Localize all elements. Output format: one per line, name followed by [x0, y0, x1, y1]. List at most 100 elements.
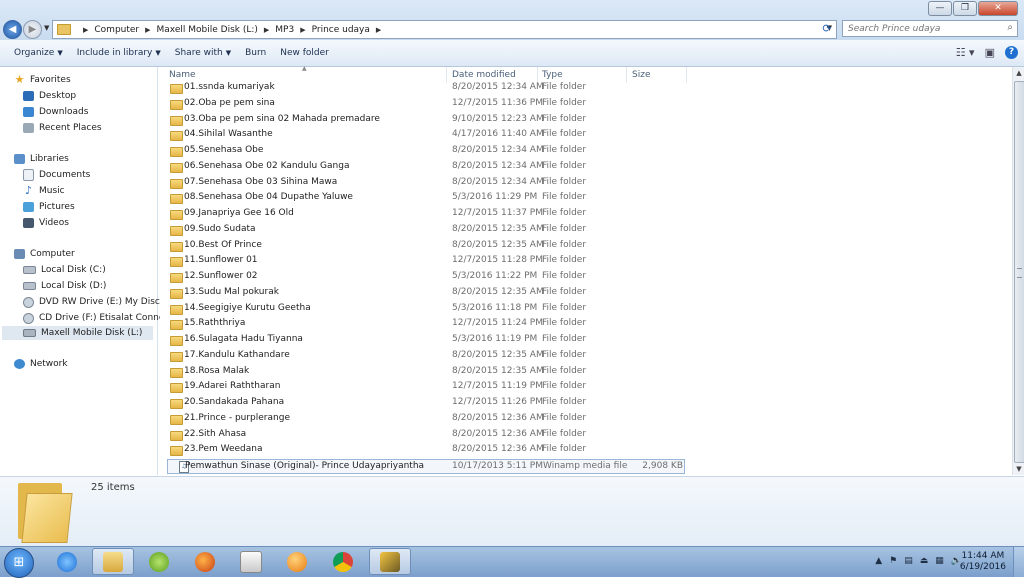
nav-downloads[interactable]: Downloads — [23, 105, 88, 119]
burn-button[interactable]: Burn — [238, 48, 273, 58]
nav-documents[interactable]: Documents — [23, 168, 90, 182]
device-icon[interactable]: ▤ — [904, 556, 913, 566]
nav-favorites[interactable]: ★ Favorites — [14, 73, 71, 87]
file-type: File folder — [542, 160, 587, 171]
folder-row[interactable]: 20.Sandakada Pahana 12/7/2015 11:26 PM Fil… — [160, 396, 690, 411]
folder-row[interactable]: 21.Prince - purplerange 8/20/2015 12:36 A… — [160, 412, 690, 427]
nav-desktop[interactable]: Desktop — [23, 89, 76, 103]
start-button[interactable]: ⊞ — [4, 548, 34, 578]
folder-row[interactable]: 18.Rosa Malak 8/20/2015 12:35 AM File fold… — [160, 365, 690, 380]
folder-row[interactable]: 19.Adarei Raththaran 12/7/2015 11:19 PM Fi… — [160, 380, 690, 395]
taskbar-chrome[interactable] — [322, 548, 364, 575]
search-input[interactable] — [843, 21, 1003, 36]
scroll-down-icon[interactable]: ▼ — [1013, 463, 1024, 475]
file-row[interactable]: ♫ Pemwathun Sinase (Original)- Prince Uda… — [167, 459, 685, 474]
folder-row[interactable]: 07.Senehasa Obe 03 Sihina Mawa 8/20/2015 … — [160, 176, 690, 191]
folder-row[interactable]: 17.Kandulu Kathandare 8/20/2015 12:35 AM F… — [160, 349, 690, 364]
forward-button[interactable]: ▶ — [23, 20, 42, 39]
folder-row[interactable]: 09.Janapriya Gee 16 Old 12/7/2015 11:37 P… — [160, 207, 690, 222]
folder-row[interactable]: 15.Raththriya 12/7/2015 11:24 PM File fold… — [160, 317, 690, 332]
sort-arrow-icon: ▲ — [302, 65, 307, 72]
folder-row[interactable]: 13.Sudu Mal pokurak 8/20/2015 12:35 AM Fil… — [160, 286, 690, 301]
folder-row[interactable]: 06.Senehasa Obe 02 Kandulu Ganga 8/20/201… — [160, 160, 690, 175]
nav-recent-places[interactable]: Recent Places — [23, 121, 102, 135]
preview-pane-icon[interactable]: ▣ — [985, 46, 995, 59]
column-size[interactable]: Size — [632, 70, 650, 80]
clock[interactable]: 11:44 AM 6/19/2016 — [960, 551, 1006, 573]
nav-maxell-disk[interactable]: Maxell Mobile Disk (L:) — [2, 326, 153, 340]
navigation-pane: ★ Favorites Desktop Downloads Recent Plac… — [0, 67, 173, 475]
taskbar-internet-explorer[interactable] — [46, 548, 88, 575]
taskbar-windows-explorer[interactable] — [92, 548, 134, 575]
taskbar-winamp[interactable] — [369, 548, 411, 575]
column-type[interactable]: Type — [542, 70, 563, 80]
chevron-right-icon[interactable]: ▶ — [376, 26, 381, 34]
file-date-modified: 12/7/2015 11:19 PM — [452, 381, 543, 392]
breadcrumb-maxell[interactable]: Maxell Mobile Disk (L:) — [157, 25, 258, 35]
folder-row[interactable]: 12.Sunflower 02 5/3/2016 11:22 PM File fol… — [160, 270, 690, 285]
nav-computer[interactable]: Computer — [14, 247, 75, 261]
folder-row[interactable]: 09.Sudo Sudata 8/20/2015 12:35 AM File fol… — [160, 223, 690, 238]
search-box[interactable]: ⌕ — [842, 20, 1018, 37]
change-view-icon[interactable]: ☷ ▾ — [956, 46, 975, 59]
chevron-right-icon[interactable]: ▶ — [300, 26, 305, 34]
folder-row[interactable]: 22.Sith Ahasa 8/20/2015 12:36 AM File fold… — [160, 428, 690, 443]
nav-local-disk-c[interactable]: Local Disk (C:) — [23, 263, 106, 277]
folder-row[interactable]: 08.Senehasa Obe 04 Dupathe Yaluwe 5/3/201… — [160, 191, 690, 206]
recent-pages-dropdown[interactable]: ▼ — [44, 24, 49, 32]
column-name[interactable]: Name — [169, 70, 196, 80]
show-hidden-icons-icon[interactable]: ▲ — [875, 556, 882, 566]
close-button[interactable]: ✕ — [978, 1, 1018, 16]
column-date-modified[interactable]: Date modified — [452, 70, 516, 80]
file-name: 09.Janapriya Gee 16 Old — [184, 208, 294, 218]
action-center-icon[interactable]: ⚑ — [889, 556, 897, 566]
folder-row[interactable]: 16.Sulagata Hadu Tiyanna 5/3/2016 11:19 P… — [160, 333, 690, 348]
folder-row[interactable]: 10.Best Of Prince 8/20/2015 12:35 AM File … — [160, 239, 690, 254]
folder-row[interactable]: 23.Pem Weedana 8/20/2015 12:36 AM File fol… — [160, 443, 690, 458]
folder-row[interactable]: 03.Oba pe pem sina 02 Mahada premadare 9/… — [160, 113, 690, 128]
nav-dvd-drive[interactable]: DVD RW Drive (E:) My Disc — [23, 295, 160, 309]
include-in-library-button[interactable]: Include in library ▼ — [70, 48, 168, 58]
breadcrumb-mp3[interactable]: MP3 — [275, 25, 294, 35]
folder-row[interactable]: 01.ssnda kumariyak 8/20/2015 12:34 AM File… — [160, 81, 690, 96]
folder-row[interactable]: 04.Sihilal Wasanthe 4/17/2016 11:40 AM Fil… — [160, 128, 690, 143]
help-icon[interactable]: ? — [1005, 46, 1018, 59]
share-with-button[interactable]: Share with ▼ — [168, 48, 238, 58]
nav-local-disk-d[interactable]: Local Disk (D:) — [23, 279, 106, 293]
back-button[interactable]: ◀ — [3, 20, 22, 39]
file-type: File folder — [542, 97, 587, 108]
scrollbar-thumb[interactable] — [1014, 81, 1024, 463]
taskbar-firefox[interactable] — [184, 548, 226, 575]
network-icon — [14, 359, 25, 369]
new-folder-button[interactable]: New folder — [273, 48, 336, 58]
organize-button[interactable]: Organize ▼ — [0, 48, 70, 58]
nav-libraries[interactable]: Libraries — [14, 152, 69, 166]
vertical-scrollbar[interactable]: ▲ ▼ — [1012, 67, 1024, 475]
maximize-button[interactable]: ❐ — [953, 1, 977, 16]
folder-row[interactable]: 14.Seegigiye Kurutu Geetha 5/3/2016 11:18… — [160, 302, 690, 317]
nav-cd-drive[interactable]: CD Drive (F:) Etisalat Connect — [23, 311, 173, 325]
breadcrumb-computer[interactable]: Computer — [94, 25, 139, 35]
chevron-right-icon[interactable]: ▶ — [264, 26, 269, 34]
show-desktop-button[interactable] — [1013, 547, 1024, 577]
scroll-up-icon[interactable]: ▲ — [1013, 67, 1024, 79]
chevron-right-icon[interactable]: ▶ — [145, 26, 150, 34]
network-tray-icon[interactable]: ▦ — [935, 556, 944, 566]
taskbar-etisalat[interactable] — [138, 548, 180, 575]
refresh-button[interactable]: ⟳ — [818, 20, 836, 37]
taskbar-media-player[interactable] — [230, 548, 272, 575]
taskbar-app-orb[interactable] — [276, 548, 318, 575]
nav-network[interactable]: Network — [14, 357, 68, 371]
search-icon[interactable]: ⌕ — [1007, 22, 1013, 33]
nav-videos[interactable]: Videos — [23, 216, 69, 230]
folder-row[interactable]: 02.Oba pe pem sina 12/7/2015 11:36 PM File… — [160, 97, 690, 112]
folder-row[interactable]: 05.Senehasa Obe 8/20/2015 12:34 AM File fo… — [160, 144, 690, 159]
address-bar[interactable]: ▶ Computer ▶ Maxell Mobile Disk (L:) ▶ M… — [52, 20, 837, 39]
nav-pictures[interactable]: Pictures — [23, 200, 75, 214]
usb-eject-icon[interactable]: ⏏ — [920, 556, 929, 566]
breadcrumb-prince-udaya[interactable]: Prince udaya — [312, 25, 370, 35]
minimize-button[interactable]: — — [928, 1, 952, 16]
folder-row[interactable]: 11.Sunflower 01 12/7/2015 11:28 PM File fo… — [160, 254, 690, 269]
nav-music[interactable]: ♪ Music — [23, 184, 65, 198]
file-type: File folder — [542, 286, 587, 297]
